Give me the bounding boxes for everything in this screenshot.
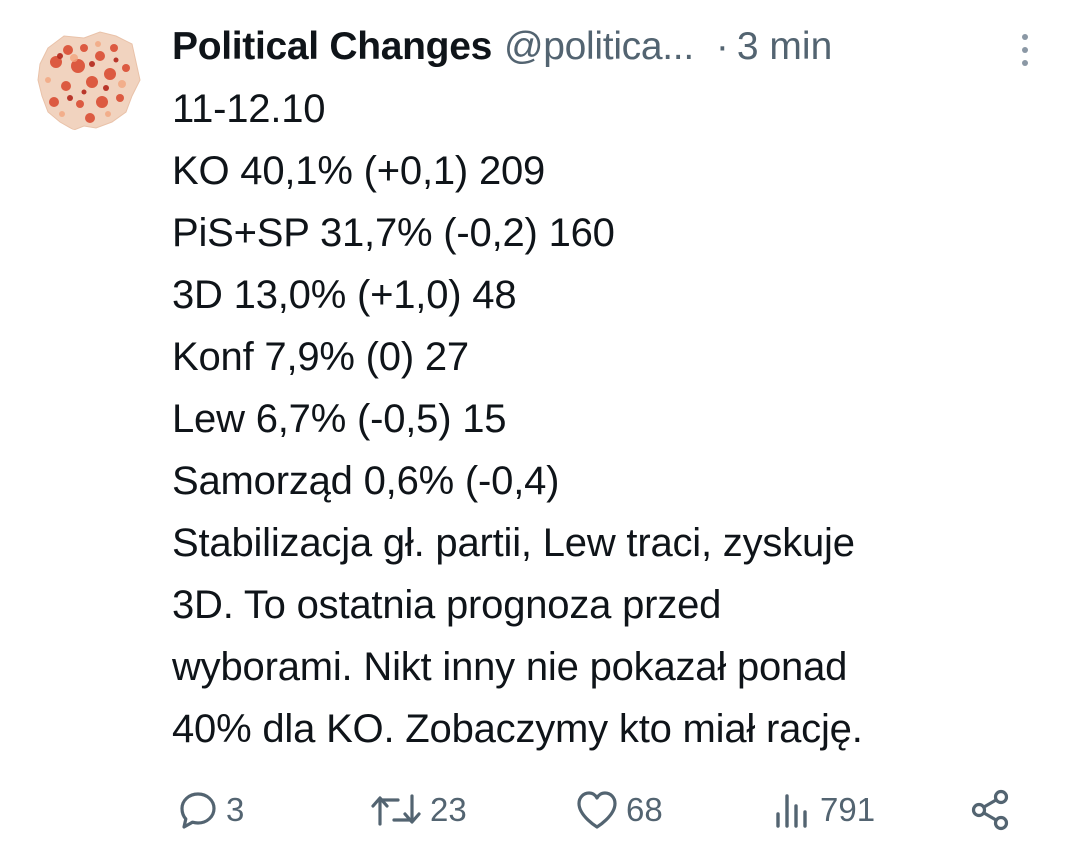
author-handle[interactable]: @politica...: [504, 25, 694, 69]
tweet-line: Samorząd 0,6% (-0,4): [172, 459, 560, 503]
heart-icon: [574, 788, 620, 832]
tweet[interactable]: Political Changes @politica... · 3 min 1…: [0, 0, 1080, 857]
tweet-line: KO 40,1% (+0,1) 209: [172, 149, 546, 193]
tweet-text: 11-12.10 KO 40,1% (+0,1) 209 PiS+SP 31,7…: [172, 78, 1052, 760]
like-button[interactable]: 68: [574, 780, 663, 840]
like-count: 68: [626, 791, 663, 828]
reply-button[interactable]: 3: [176, 780, 244, 840]
tweet-header: Political Changes @politica... · 3 min: [172, 22, 1052, 72]
more-vertical-icon[interactable]: [1016, 30, 1034, 70]
retweet-count: 23: [430, 791, 467, 828]
tweet-line: 3D. To ostatnia prognoza przed: [172, 583, 722, 627]
views-count: 791: [820, 791, 876, 828]
author-display-name[interactable]: Political Changes: [172, 25, 492, 69]
retweet-button[interactable]: 23: [368, 780, 467, 840]
share-button[interactable]: [968, 780, 1012, 840]
share-icon: [968, 788, 1012, 832]
views-button[interactable]: 791: [770, 780, 875, 840]
tweet-actions-bar: 3 23 68 791: [170, 780, 1020, 840]
map-of-poland-avatar[interactable]: [34, 22, 144, 132]
retweet-icon: [368, 788, 424, 832]
tweet-line: PiS+SP 31,7% (-0,2) 160: [172, 211, 615, 255]
reply-count: 3: [226, 791, 245, 828]
header-separator: ·: [715, 25, 729, 68]
tweet-line: 40% dla KO. Zobaczymy kto miał rację.: [172, 707, 863, 751]
reply-icon: [176, 788, 220, 832]
tweet-line: Konf 7,9% (0) 27: [172, 335, 469, 379]
timestamp[interactable]: 3 min: [737, 25, 832, 69]
tweet-line: Lew 6,7% (-0,5) 15: [172, 397, 507, 441]
tweet-line: Stabilizacja gł. partii, Lew traci, zysk…: [172, 521, 855, 565]
tweet-line: 11-12.10: [172, 87, 326, 131]
views-chart-icon: [770, 788, 814, 832]
tweet-line: 3D 13,0% (+1,0) 48: [172, 273, 517, 317]
tweet-line: wyborami. Nikt inny nie pokazał ponad: [172, 645, 848, 689]
